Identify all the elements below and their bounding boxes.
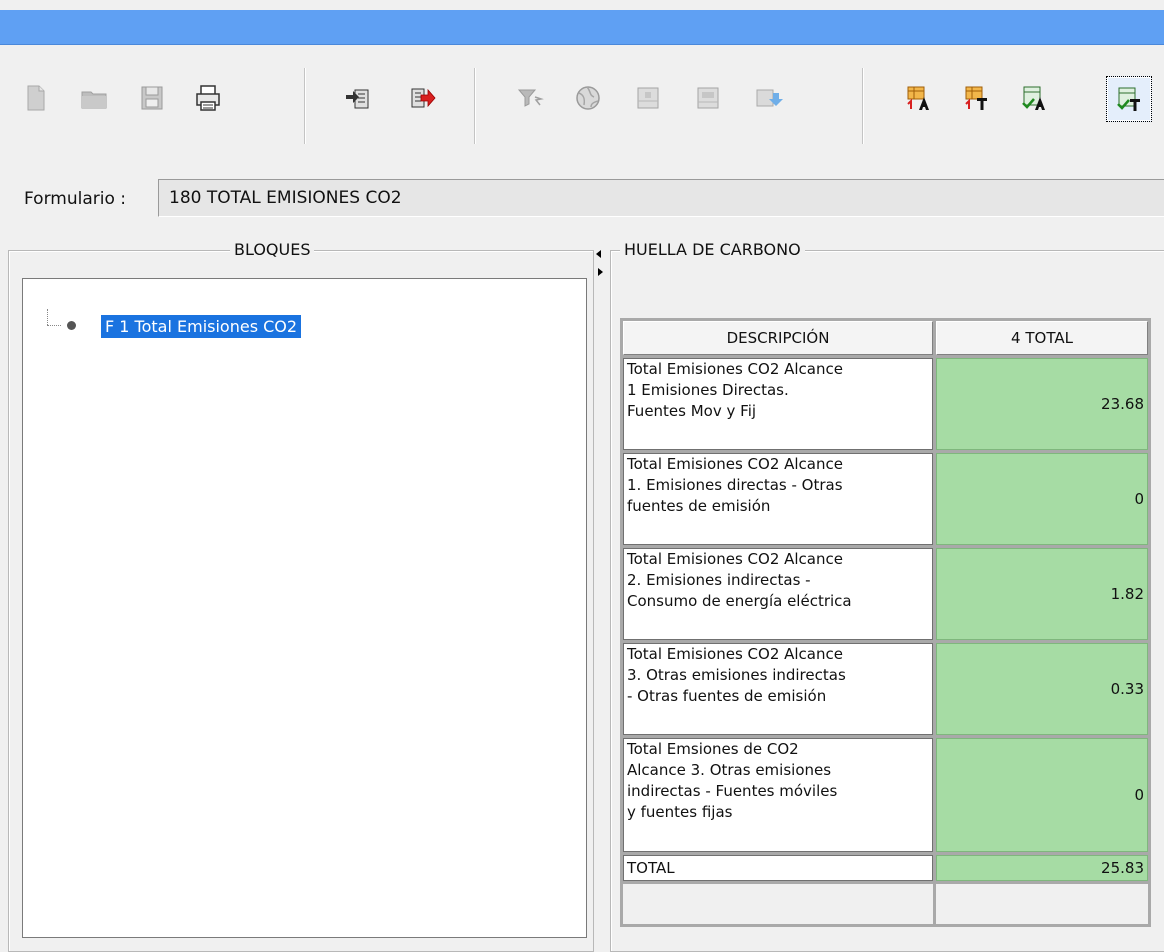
download-button[interactable] xyxy=(746,76,790,120)
tree-connector xyxy=(47,309,48,325)
description-line: 1 Emisiones Directas. xyxy=(627,381,789,399)
check-a-icon xyxy=(1022,86,1045,110)
title-bar xyxy=(0,10,1164,45)
printer-icon xyxy=(196,85,220,111)
new-doc-icon xyxy=(27,85,45,111)
bloques-tree[interactable]: F 1 Total Emisiones CO2 xyxy=(22,278,587,938)
globe-button[interactable] xyxy=(566,76,610,120)
table-header-row: DESCRIPCIÓN 4 TOTAL xyxy=(623,321,1148,355)
panel-splitter[interactable] xyxy=(596,238,604,938)
import-button[interactable] xyxy=(336,76,380,120)
row-value-cell[interactable]: 0.33 xyxy=(936,643,1148,735)
check-t-button[interactable] xyxy=(1106,76,1152,122)
toolbar-separator xyxy=(474,68,476,144)
tree-node-bullet-icon xyxy=(67,321,76,330)
row-value-cell[interactable]: 23.68 xyxy=(936,358,1148,450)
tree-connector xyxy=(47,325,61,326)
bloques-title: BLOQUES xyxy=(230,240,315,259)
description-line: 1. Emisiones directas - Otras xyxy=(627,476,843,494)
description-line: 3. Otras emisiones indirectas xyxy=(627,666,846,684)
row-description: Total Emisiones CO2 Alcance 3. Otras emi… xyxy=(623,643,933,735)
table-total-row: TOTAL 25.83 xyxy=(623,855,1148,881)
check-a-button[interactable] xyxy=(1012,76,1056,120)
description-line: Total Emisiones CO2 Alcance xyxy=(627,550,843,568)
form-selector-field[interactable]: 180 TOTAL EMISIONES CO2 xyxy=(158,179,1164,217)
empty-cell xyxy=(623,884,933,924)
grid-button[interactable] xyxy=(626,76,670,120)
export-red-arrow-icon xyxy=(411,88,436,108)
grid-alt-button[interactable] xyxy=(686,76,730,120)
grid-alt-icon xyxy=(697,87,719,109)
table-row: Total Emsiones de CO2 Alcance 3. Otras e… xyxy=(623,738,1148,852)
filter-button[interactable] xyxy=(508,76,552,120)
description-line: Total Emisiones CO2 Alcance xyxy=(627,455,843,473)
new-document-button[interactable] xyxy=(14,76,58,120)
grid-icon xyxy=(637,87,659,109)
sheet-t-up-icon xyxy=(965,86,987,110)
print-button[interactable] xyxy=(186,76,230,120)
table-row: Total Emisiones CO2 Alcance 3. Otras emi… xyxy=(623,643,1148,735)
row-description: Total Emisiones CO2 Alcance 2. Emisiones… xyxy=(623,548,933,640)
table-row: Total Emisiones CO2 Alcance 1 Emisiones … xyxy=(623,358,1148,450)
description-line: Total Emsiones de CO2 xyxy=(627,740,799,758)
save-button[interactable] xyxy=(130,76,174,120)
description-line: Consumo de energía eléctrica xyxy=(627,592,852,610)
description-line: Total Emisiones CO2 Alcance xyxy=(627,645,843,663)
row-value-cell[interactable]: 1.82 xyxy=(936,548,1148,640)
download-sheet-icon xyxy=(756,89,783,107)
row-description: Total Emisiones CO2 Alcance 1. Emisiones… xyxy=(623,453,933,545)
export-button[interactable] xyxy=(400,76,444,120)
huella-title: HUELLA DE CARBONO xyxy=(620,240,805,259)
description-line: fuentes de emisión xyxy=(627,497,771,515)
sheet-a-button[interactable] xyxy=(896,76,940,120)
form-selector-bar: Formulario : 180 TOTAL EMISIONES CO2 xyxy=(0,172,1164,228)
filter-icon xyxy=(517,89,544,107)
table-row: Total Emisiones CO2 Alcance 1. Emisiones… xyxy=(623,453,1148,545)
sheet-t-button[interactable] xyxy=(954,76,998,120)
collapse-left-arrow-icon[interactable] xyxy=(596,250,601,258)
row-value-cell[interactable]: 0 xyxy=(936,453,1148,545)
open-folder-button[interactable] xyxy=(72,76,116,120)
column-header-description[interactable]: DESCRIPCIÓN xyxy=(623,321,933,355)
total-value-cell[interactable]: 25.83 xyxy=(936,855,1148,881)
bloques-panel: BLOQUES F 1 Total Emisiones CO2 xyxy=(8,238,594,952)
empty-cell xyxy=(936,884,1148,924)
emissions-table: DESCRIPCIÓN 4 TOTAL Total Emisiones CO2 … xyxy=(620,318,1151,927)
toolbar xyxy=(0,46,1164,166)
description-line: y fuentes fijas xyxy=(627,803,733,821)
table-row: Total Emisiones CO2 Alcance 2. Emisiones… xyxy=(623,548,1148,640)
description-line: Fuentes Mov y Fij xyxy=(627,402,757,420)
description-line: - Otras fuentes de emisión xyxy=(627,687,827,705)
sheet-a-up-icon xyxy=(907,86,929,110)
tree-item-selected[interactable]: F 1 Total Emisiones CO2 xyxy=(101,315,302,338)
description-line: Alcance 3. Otras emisiones xyxy=(627,761,832,779)
huella-panel: HUELLA DE CARBONO DESCRIPCIÓN 4 TOTAL To… xyxy=(606,238,1164,952)
globe-icon xyxy=(576,86,600,110)
expand-right-arrow-icon[interactable] xyxy=(598,268,603,276)
row-value-cell[interactable]: 0 xyxy=(936,738,1148,852)
total-label: TOTAL xyxy=(623,855,933,881)
toolbar-separator xyxy=(862,68,864,144)
row-description: Total Emisiones CO2 Alcance 1 Emisiones … xyxy=(623,358,933,450)
toolbar-separator xyxy=(304,68,306,144)
save-disk-icon xyxy=(141,86,163,110)
folder-icon xyxy=(81,91,107,109)
import-arrow-icon xyxy=(346,89,369,109)
description-line: indirectas - Fuentes móviles xyxy=(627,782,838,800)
row-description: Total Emsiones de CO2 Alcance 3. Otras e… xyxy=(623,738,933,852)
form-label: Formulario : xyxy=(24,189,126,209)
check-t-icon xyxy=(1117,87,1140,111)
column-header-total[interactable]: 4 TOTAL xyxy=(936,321,1148,355)
table-empty-row xyxy=(623,884,1148,924)
description-line: 2. Emisiones indirectas - xyxy=(627,571,811,589)
description-line: Total Emisiones CO2 Alcance xyxy=(627,360,843,378)
